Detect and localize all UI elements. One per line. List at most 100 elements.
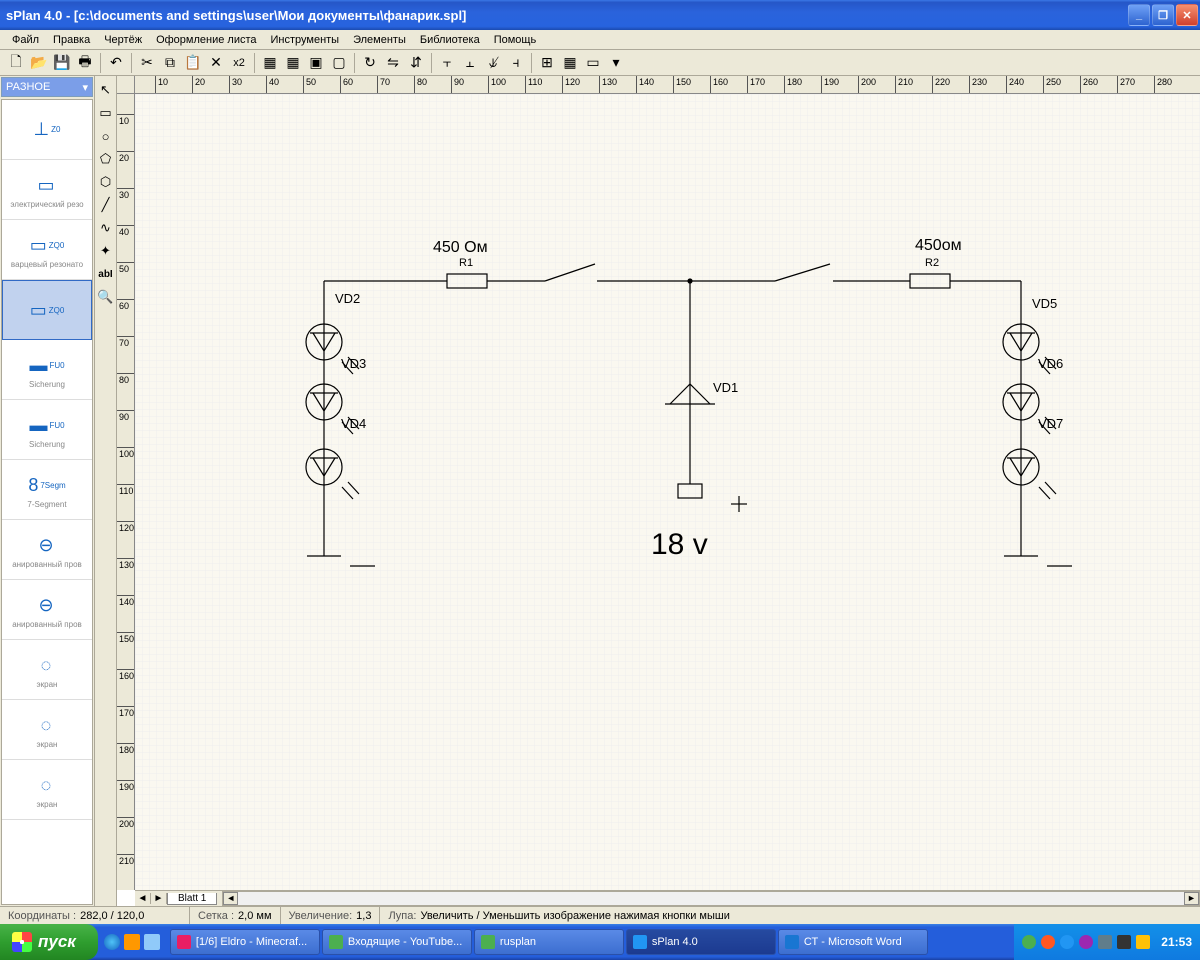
poly-tool-icon[interactable]: ⬠ bbox=[96, 148, 116, 170]
task-button[interactable]: sPlan 4.0 bbox=[626, 929, 776, 955]
duplicate-button[interactable]: x2 bbox=[228, 52, 250, 74]
canvas-area: 1020304050607080901001101201301401501601… bbox=[117, 76, 1200, 906]
horizontal-scrollbar[interactable]: ◄ ► bbox=[222, 891, 1200, 906]
windows-taskbar: пуск [1/6] Eldro - Minecraf...Входящие -… bbox=[0, 924, 1200, 960]
pointer-tool-icon[interactable]: ↖ bbox=[96, 79, 116, 101]
r1-value: 450 Ом bbox=[433, 239, 488, 257]
component-item[interactable]: ◌экран bbox=[2, 640, 92, 700]
quick-launch bbox=[98, 934, 166, 950]
r1-name: R1 bbox=[459, 257, 473, 269]
component-item[interactable]: ◌экран bbox=[2, 700, 92, 760]
tray-icon[interactable] bbox=[1041, 935, 1055, 949]
group-icon[interactable]: ▣ bbox=[305, 52, 327, 74]
dropdown-icon[interactable]: ▾ bbox=[605, 52, 627, 74]
menu-drawing[interactable]: Чертёж bbox=[97, 32, 149, 48]
flip-h-icon[interactable]: ⇋ bbox=[382, 52, 404, 74]
menu-elements[interactable]: Элементы bbox=[346, 32, 413, 48]
component-list[interactable]: ⊥Z0▭электрический резо▭ZQ0варцевый резон… bbox=[1, 99, 93, 905]
component-item[interactable]: ◌экран bbox=[2, 760, 92, 820]
component-item[interactable]: ⊖анированный пров bbox=[2, 580, 92, 640]
save-icon[interactable]: 💾 bbox=[51, 52, 73, 74]
component-item[interactable]: ⊥Z0 bbox=[2, 100, 92, 160]
align-r-icon[interactable]: ⫠ bbox=[459, 52, 481, 74]
align-t-icon[interactable]: ⫝̸ bbox=[482, 52, 504, 74]
sheet-tab-1[interactable]: Blatt 1 bbox=[167, 893, 217, 905]
component-item[interactable]: ▭электрический резо bbox=[2, 160, 92, 220]
align-b-icon[interactable]: ⫞ bbox=[505, 52, 527, 74]
menu-tools[interactable]: Инструменты bbox=[264, 32, 347, 48]
ruler-corner bbox=[117, 76, 135, 94]
zoom-tool-icon[interactable]: 🔍 bbox=[96, 286, 116, 308]
rect-tool-icon[interactable]: ▭ bbox=[96, 102, 116, 124]
tray-volume-icon[interactable] bbox=[1136, 935, 1150, 949]
menu-library[interactable]: Библиотека bbox=[413, 32, 487, 48]
scroll-right-icon[interactable]: ► bbox=[1184, 892, 1199, 905]
node-tool-icon[interactable]: ✦ bbox=[96, 240, 116, 262]
tray-icon[interactable] bbox=[1060, 935, 1074, 949]
vd5-label: VD5 bbox=[1032, 296, 1057, 311]
component-item[interactable]: ▬FU0Sicherung bbox=[2, 340, 92, 400]
scroll-left-icon[interactable]: ◄ bbox=[223, 892, 238, 905]
task-button[interactable]: rusplan bbox=[474, 929, 624, 955]
line-tool-icon[interactable]: ╱ bbox=[96, 194, 116, 216]
minimize-button[interactable]: _ bbox=[1128, 4, 1150, 26]
tray-icon[interactable] bbox=[1098, 935, 1112, 949]
menu-edit[interactable]: Правка bbox=[46, 32, 97, 48]
component-item[interactable]: ▬FU0Sicherung bbox=[2, 400, 92, 460]
ungroup-icon[interactable]: ▢ bbox=[328, 52, 350, 74]
copy-icon[interactable]: ⧉ bbox=[159, 52, 181, 74]
menu-help[interactable]: Помощь bbox=[487, 32, 544, 48]
tray-icon[interactable] bbox=[1022, 935, 1036, 949]
vd7-label: VD7 bbox=[1038, 416, 1063, 431]
new-icon[interactable]: 🗋 bbox=[5, 52, 27, 74]
undo-icon[interactable]: ↶ bbox=[105, 52, 127, 74]
library-category-select[interactable]: РАЗНОЕ▾ bbox=[1, 77, 93, 97]
special-tool-icon[interactable]: ⬡ bbox=[96, 171, 116, 193]
flip-v-icon[interactable]: ⇵ bbox=[405, 52, 427, 74]
menu-file[interactable]: Файл bbox=[5, 32, 46, 48]
start-button[interactable]: пуск bbox=[0, 924, 98, 960]
back-icon[interactable]: ▦ bbox=[282, 52, 304, 74]
category-label: РАЗНОЕ bbox=[6, 81, 50, 93]
snap-icon[interactable]: ⊞ bbox=[536, 52, 558, 74]
maximize-button[interactable]: ❐ bbox=[1152, 4, 1174, 26]
clock[interactable]: 21:53 bbox=[1161, 935, 1192, 949]
close-button[interactable]: ✕ bbox=[1176, 4, 1198, 26]
vd1-label: VD1 bbox=[713, 380, 738, 395]
page-icon[interactable]: ▭ bbox=[582, 52, 604, 74]
task-button[interactable]: Входящие - YouTube... bbox=[322, 929, 472, 955]
curve-tool-icon[interactable]: ∿ bbox=[96, 217, 116, 239]
paste-icon[interactable]: 📋 bbox=[182, 52, 204, 74]
rotate-cw-icon[interactable]: ↻ bbox=[359, 52, 381, 74]
ql-desktop-icon[interactable] bbox=[144, 934, 160, 950]
print-icon[interactable]: 🖶 bbox=[74, 52, 96, 74]
tray-icon[interactable] bbox=[1079, 935, 1093, 949]
component-item[interactable]: ▭ZQ0 bbox=[2, 280, 92, 340]
sheet-next-button[interactable]: ► bbox=[151, 893, 167, 904]
component-item[interactable]: ▭ZQ0варцевый резонато bbox=[2, 220, 92, 280]
circle-tool-icon[interactable]: ○ bbox=[96, 125, 116, 147]
r2-name: R2 bbox=[925, 257, 939, 269]
component-item[interactable]: 87Segm7-Segment bbox=[2, 460, 92, 520]
grid-icon[interactable]: ▦ bbox=[559, 52, 581, 74]
ql-mail-icon[interactable] bbox=[124, 934, 140, 950]
delete-icon[interactable]: ✕ bbox=[205, 52, 227, 74]
cut-icon[interactable]: ✂ bbox=[136, 52, 158, 74]
toolbar: 🗋 📂 💾 🖶 ↶ ✂ ⧉ 📋 ✕ x2 ▦ ▦ ▣ ▢ ↻ ⇋ ⇵ ⫟ ⫠ ⫝… bbox=[0, 50, 1200, 76]
component-item[interactable]: ⊖анированный пров bbox=[2, 520, 92, 580]
system-tray: 21:53 bbox=[1014, 924, 1200, 960]
drawing-canvas[interactable]: 450 Ом R1 450ом R2 VD1 VD2 VD3 VD4 VD5 V… bbox=[135, 94, 1200, 890]
align-l-icon[interactable]: ⫟ bbox=[436, 52, 458, 74]
menu-sheet[interactable]: Оформление листа bbox=[149, 32, 263, 48]
ql-ie-icon[interactable] bbox=[104, 934, 120, 950]
tray-icon[interactable] bbox=[1117, 935, 1131, 949]
open-icon[interactable]: 📂 bbox=[28, 52, 50, 74]
sheet-prev-button[interactable]: ◄ bbox=[135, 893, 151, 904]
text-tool-icon[interactable]: abI bbox=[96, 263, 116, 285]
vd3-label: VD3 bbox=[341, 356, 366, 371]
front-icon[interactable]: ▦ bbox=[259, 52, 281, 74]
task-button[interactable]: СТ - Microsoft Word bbox=[778, 929, 928, 955]
component-library: РАЗНОЕ▾ ⊥Z0▭электрический резо▭ZQ0варцев… bbox=[0, 76, 95, 906]
status-zoom: Увеличение:1,3 bbox=[281, 907, 381, 924]
task-button[interactable]: [1/6] Eldro - Minecraf... bbox=[170, 929, 320, 955]
